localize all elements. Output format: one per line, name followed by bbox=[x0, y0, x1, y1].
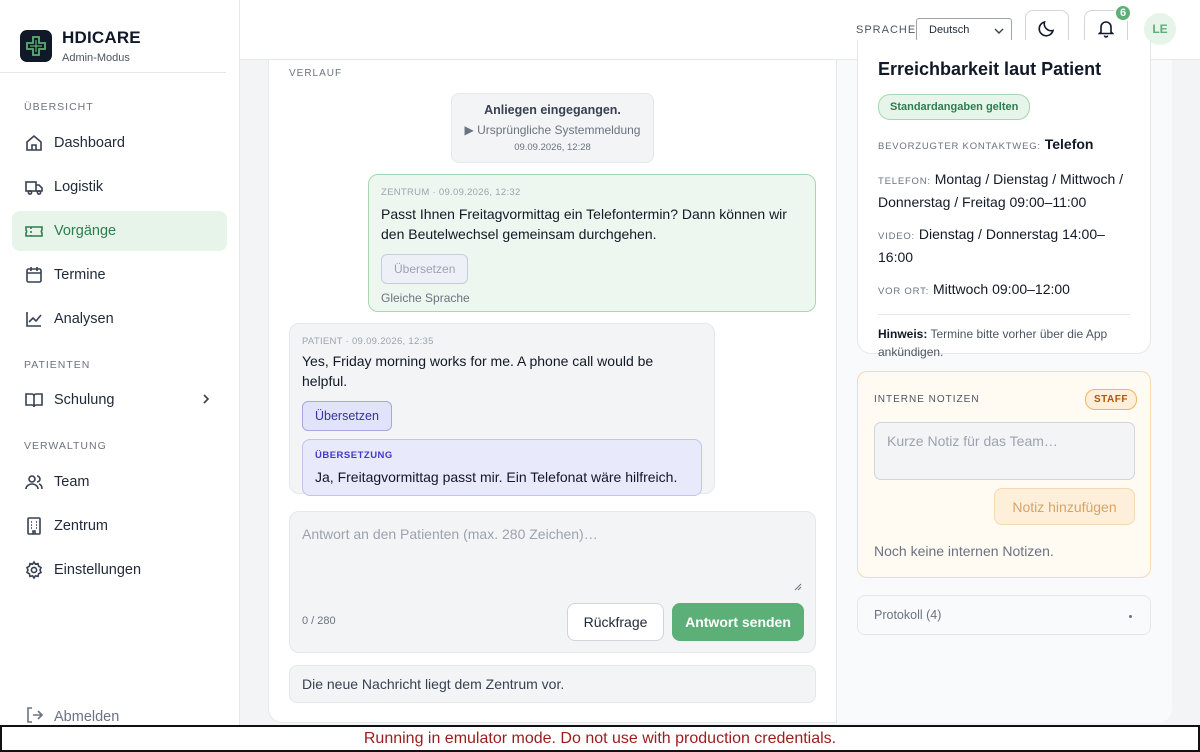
message-status: Die neue Nachricht liegt dem Zentrum vor… bbox=[289, 665, 816, 703]
reachability-title: Erreichbarkeit laut Patient bbox=[878, 59, 1102, 79]
protocol-label: Protokoll (4) bbox=[874, 608, 942, 622]
bell-icon bbox=[1096, 18, 1116, 43]
logout-label: Abmelden bbox=[54, 709, 120, 725]
sidebar-item-label: Team bbox=[54, 474, 90, 490]
phone-key: TELEFON: bbox=[878, 176, 931, 187]
nav-section-patients: PATIENTEN bbox=[24, 359, 91, 371]
reachability-card: Erreichbarkeit laut Patient Standardanga… bbox=[857, 40, 1151, 359]
protocol-toggle[interactable]: Protokoll (4) bbox=[857, 595, 1151, 635]
translate-button-disabled: Übersetzen bbox=[381, 254, 469, 284]
ticket-icon bbox=[24, 221, 44, 241]
brand-logo-icon bbox=[20, 30, 52, 62]
translation-label: ÜBERSETZUNG bbox=[315, 450, 393, 461]
send-reply-button[interactable]: Antwort senden bbox=[672, 603, 804, 641]
preferred-contact-value: Telefon bbox=[1044, 136, 1094, 152]
internal-notes-card: INTERNE NOTIZEN STAFF Kurze Notiz für da… bbox=[857, 371, 1151, 578]
patient-message: PATIENT · 09.09.2026, 12:35 Yes, Friday … bbox=[289, 323, 715, 496]
chart-line-icon bbox=[24, 309, 44, 329]
preferred-contact: BEVORZUGTER KONTAKTWEG: Telefon bbox=[878, 134, 1130, 157]
staff-badge: STAFF bbox=[1085, 389, 1137, 410]
brand-subtitle: Admin-Modus bbox=[62, 52, 130, 64]
sidebar-item-termine[interactable]: Termine bbox=[12, 255, 227, 295]
history-label: VERLAUF bbox=[289, 68, 343, 79]
defaults-badge: Standardangaben gelten bbox=[878, 94, 1031, 120]
center-message: ZENTRUM · 09.09.2026, 12:32 Passt Ihnen … bbox=[368, 174, 816, 312]
translation-box: ÜBERSETZUNG Ja, Freitagvormittag passt m… bbox=[302, 439, 702, 496]
same-language-note: Gleiche Sprache bbox=[381, 291, 470, 305]
sidebar-item-label: Dashboard bbox=[54, 135, 125, 151]
sidebar-item-label: Vorgänge bbox=[54, 223, 117, 239]
empty-notes-text: Noch keine internen Notizen. bbox=[874, 543, 1054, 559]
nav-section-overview: ÜBERSICHT bbox=[24, 101, 94, 113]
language-label: SPRACHE bbox=[856, 24, 917, 36]
chevron-down-icon bbox=[993, 25, 1005, 40]
sidebar-item-team[interactable]: Team bbox=[12, 462, 227, 502]
original-system-message-toggle[interactable]: ▶ Ursprüngliche Systemmeldung bbox=[452, 123, 653, 137]
video-availability: VIDEO: Dienstag / Donnerstag 14:00–16:00 bbox=[878, 224, 1130, 267]
message-text: Yes, Friday morning works for me. A phon… bbox=[302, 353, 654, 389]
divider bbox=[878, 314, 1130, 315]
sidebar-item-label: Logistik bbox=[54, 179, 104, 195]
sidebar-item-label: Schulung bbox=[54, 392, 115, 408]
sidebar-item-dashboard[interactable]: Dashboard bbox=[12, 123, 227, 163]
reply-input[interactable]: Antwort an den Patienten (max. 280 Zeich… bbox=[302, 526, 804, 588]
preferred-contact-key: BEVORZUGTER KONTAKTWEG: bbox=[878, 141, 1041, 152]
language-value: Deutsch bbox=[929, 24, 970, 36]
calendar-icon bbox=[24, 265, 44, 285]
gear-icon bbox=[24, 560, 44, 580]
resize-grip-icon[interactable] bbox=[794, 578, 802, 596]
users-icon bbox=[24, 472, 44, 492]
phone-availability: TELEFON: Montag / Dienstag / Mittwoch / … bbox=[878, 169, 1130, 212]
expand-indicator-icon bbox=[1129, 615, 1132, 618]
sidebar-item-analysen[interactable]: Analysen bbox=[12, 299, 227, 339]
emulator-banner: Running in emulator mode. Do not use wit… bbox=[0, 725, 1200, 752]
system-message-title: Anliegen eingegangen. bbox=[484, 103, 621, 117]
chevron-right-icon bbox=[199, 392, 213, 410]
sidebar-item-label: Zentrum bbox=[54, 518, 108, 534]
building-icon bbox=[24, 516, 44, 536]
truck-icon bbox=[24, 177, 44, 197]
sidebar: HDICARE Admin-Modus ÜBERSICHT Dashboard … bbox=[0, 0, 240, 725]
sidebar-item-vorgaenge[interactable]: Vorgänge bbox=[12, 211, 227, 251]
sidebar-item-zentrum[interactable]: Zentrum bbox=[12, 506, 227, 546]
message-text: Passt Ihnen Freitagvormittag ein Telefon… bbox=[381, 206, 787, 242]
sidebar-item-einstellungen[interactable]: Einstellungen bbox=[12, 550, 227, 590]
query-button[interactable]: Rückfrage bbox=[567, 603, 664, 641]
sidebar-item-label: Einstellungen bbox=[54, 562, 142, 578]
sidebar-item-schulung[interactable]: Schulung bbox=[12, 380, 227, 420]
translate-button[interactable]: Übersetzen bbox=[302, 401, 392, 431]
reply-composer: Antwort an den Patienten (max. 280 Zeich… bbox=[289, 511, 816, 653]
onsite-availability: VOR ORT: Mittwoch 09:00–12:00 bbox=[878, 279, 1130, 302]
reachability-hint: Hinweis: Termine bitte vorher über die A… bbox=[878, 325, 1130, 361]
message-meta: PATIENT · 09.09.2026, 12:35 bbox=[302, 336, 434, 347]
add-note-button[interactable]: Notiz hinzufügen bbox=[994, 488, 1135, 525]
message-meta: ZENTRUM · 09.09.2026, 12:32 bbox=[381, 187, 521, 198]
video-key: VIDEO: bbox=[878, 231, 916, 242]
sidebar-item-label: Analysen bbox=[54, 311, 114, 327]
book-icon bbox=[24, 390, 44, 410]
sidebar-item-logistik[interactable]: Logistik bbox=[12, 167, 227, 207]
system-message-time: 09.09.2026, 12:28 bbox=[514, 142, 591, 153]
internal-notes-label: INTERNE NOTIZEN bbox=[874, 394, 980, 405]
onsite-key: VOR ORT: bbox=[878, 286, 930, 297]
home-icon bbox=[24, 133, 44, 153]
hint-key: Hinweis: bbox=[878, 327, 928, 341]
moon-icon bbox=[1037, 18, 1057, 43]
character-counter: 0 / 280 bbox=[302, 615, 336, 627]
brand-title: HDICARE bbox=[62, 28, 141, 47]
note-input[interactable]: Kurze Notiz für das Team… bbox=[874, 422, 1135, 480]
onsite-value: Mittwoch 09:00–12:00 bbox=[932, 281, 1070, 297]
brand: HDICARE Admin-Modus bbox=[0, 0, 226, 73]
system-message: Anliegen eingegangen. ▶ Ursprüngliche Sy… bbox=[451, 93, 654, 163]
notification-count-badge: 6 bbox=[1114, 4, 1132, 22]
translation-text: Ja, Freitagvormittag passt mir. Ein Tele… bbox=[315, 469, 678, 485]
nav-section-admin: VERWALTUNG bbox=[24, 440, 107, 452]
sidebar-item-label: Termine bbox=[54, 267, 106, 283]
language-select[interactable]: Deutsch bbox=[916, 18, 1012, 42]
